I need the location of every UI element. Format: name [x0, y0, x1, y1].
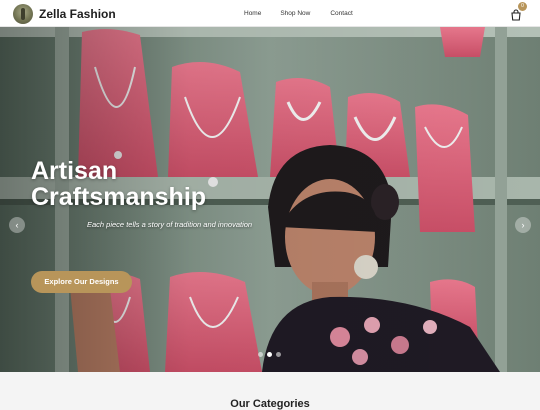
cart-count-badge: 0: [518, 2, 527, 11]
hero-title-line2: Craftsmanship: [31, 183, 207, 211]
carousel-indicators: [258, 352, 281, 357]
explore-designs-button[interactable]: Explore Our Designs: [31, 271, 132, 293]
nav-contact[interactable]: Contact: [330, 10, 352, 17]
hero-title-line1: Artisan: [31, 157, 118, 185]
nav-shop-now[interactable]: Shop Now: [280, 10, 310, 17]
site-header: Zella Fashion Home Shop Now Contact 0: [0, 0, 540, 27]
main-nav: Home Shop Now Contact: [244, 0, 353, 27]
brand[interactable]: Zella Fashion: [13, 3, 116, 24]
hero-title: Artisan Craftsmanship: [31, 158, 206, 210]
hero-subtitle: Each piece tells a story of tradition an…: [87, 220, 253, 229]
carousel-dot[interactable]: [276, 352, 281, 357]
carousel-dot-active[interactable]: [267, 352, 272, 357]
chevron-right-icon: ›: [521, 220, 525, 230]
chevron-left-icon: ‹: [15, 220, 19, 230]
cart-button[interactable]: 0: [510, 2, 527, 22]
carousel-prev-button[interactable]: ‹: [9, 217, 25, 233]
brand-logo: [13, 3, 33, 24]
brand-name: Zella Fashion: [39, 6, 116, 21]
hero-carousel: Artisan Craftsmanship Each piece tells a…: [0, 27, 540, 372]
nav-home[interactable]: Home: [244, 10, 261, 17]
categories-heading: Our Categories: [230, 398, 310, 410]
carousel-next-button[interactable]: ›: [515, 217, 531, 233]
carousel-dot[interactable]: [258, 352, 263, 357]
